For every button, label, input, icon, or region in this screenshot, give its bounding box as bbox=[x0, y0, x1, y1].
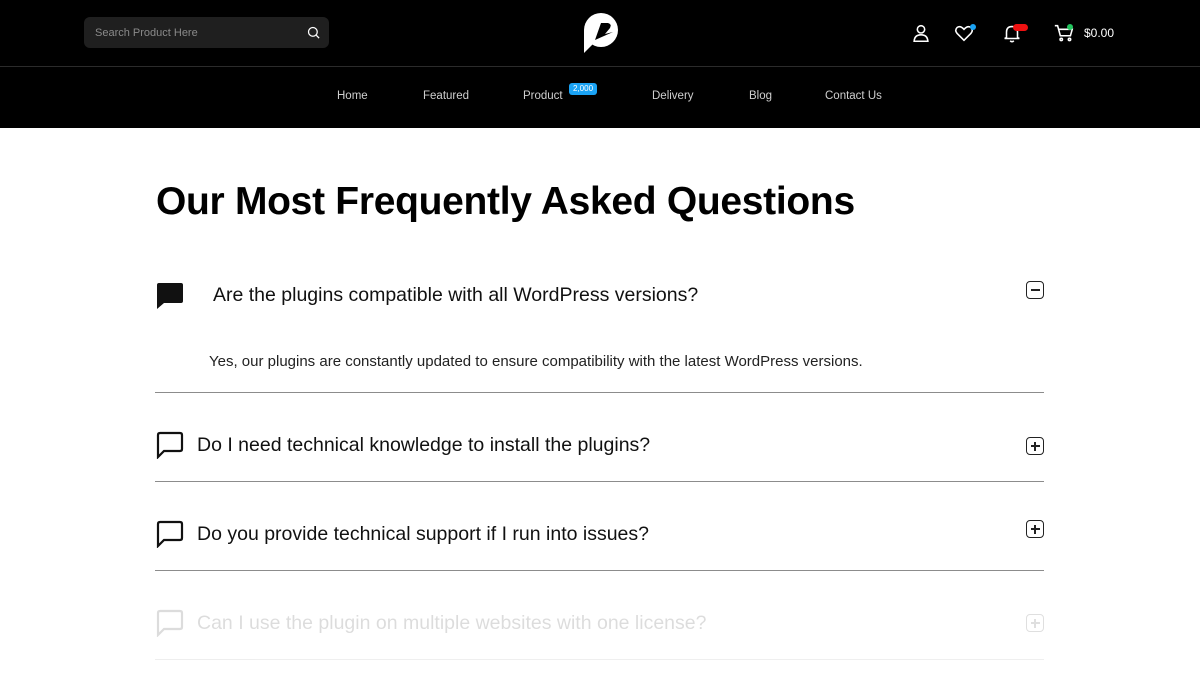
faq-answer: Yes, our plugins are constantly updated … bbox=[209, 353, 863, 370]
product-count-badge: 2,000 bbox=[569, 83, 598, 95]
nav-product[interactable]: Product bbox=[523, 90, 563, 102]
nav-delivery[interactable]: Delivery bbox=[652, 90, 694, 102]
page-title: Our Most Frequently Asked Questions bbox=[156, 180, 855, 223]
faq-question[interactable]: Do you provide technical support if I ru… bbox=[197, 523, 649, 546]
brand-logo[interactable] bbox=[581, 12, 619, 54]
expand-plus-icon[interactable] bbox=[1026, 437, 1044, 455]
search-bar bbox=[84, 17, 329, 48]
wishlist-dot bbox=[970, 24, 976, 30]
nav-contact-us[interactable]: Contact Us bbox=[825, 90, 882, 102]
main-nav: Home Featured Product Delivery Blog Cont… bbox=[0, 66, 1200, 128]
faq-divider bbox=[155, 481, 1044, 482]
chat-bubble-icon bbox=[156, 520, 184, 548]
search-icon[interactable] bbox=[306, 25, 321, 40]
nav-home[interactable]: Home bbox=[337, 90, 368, 102]
notification-badge bbox=[1013, 24, 1028, 31]
nav-featured[interactable]: Featured bbox=[423, 90, 469, 102]
faq-divider bbox=[155, 392, 1044, 393]
faq-question[interactable]: Do I need technical knowledge to install… bbox=[197, 434, 650, 457]
faq-item: Do you provide technical support if I ru… bbox=[155, 509, 1044, 571]
top-header: $0.00 bbox=[0, 0, 1200, 66]
chat-bubble-icon bbox=[156, 609, 184, 637]
faq-item: Do I need technical knowledge to install… bbox=[155, 420, 1044, 482]
collapse-minus-icon[interactable] bbox=[1026, 281, 1044, 299]
expand-plus-icon[interactable] bbox=[1026, 520, 1044, 538]
chat-bubble-icon bbox=[157, 283, 183, 309]
faq-question[interactable]: Can I use the plugin on multiple website… bbox=[197, 612, 706, 635]
chat-bubble-icon bbox=[156, 431, 184, 459]
cart-total[interactable]: $0.00 bbox=[1084, 26, 1114, 40]
nav-blog[interactable]: Blog bbox=[749, 90, 772, 102]
user-icon[interactable] bbox=[910, 22, 932, 44]
expand-plus-icon[interactable] bbox=[1026, 614, 1044, 632]
faq-question[interactable]: Are the plugins compatible with all Word… bbox=[213, 284, 698, 307]
faq-divider bbox=[155, 570, 1044, 571]
faq-item: Are the plugins compatible with all Word… bbox=[155, 270, 1044, 393]
search-input[interactable] bbox=[95, 17, 295, 48]
faq-item: Can I use the plugin on multiple website… bbox=[155, 598, 1044, 660]
faq-divider bbox=[155, 659, 1044, 660]
cart-dot bbox=[1067, 24, 1073, 30]
